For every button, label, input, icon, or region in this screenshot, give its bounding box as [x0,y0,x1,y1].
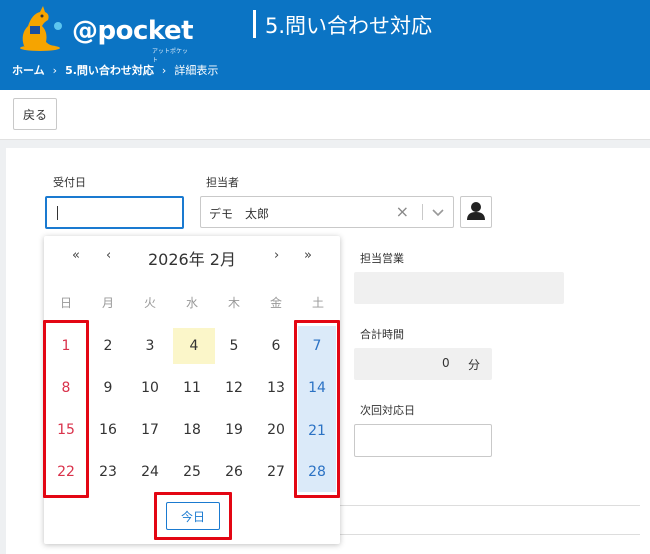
calendar-day[interactable]: 24 [131,456,169,488]
total-time-unit: 分 [468,358,481,372]
calendar-day[interactable]: 26 [215,456,253,488]
total-time-label: 合計時間 [360,328,404,341]
calendar-day[interactable]: 3 [131,330,169,362]
title-divider [253,10,256,38]
select-person-button[interactable] [460,196,492,228]
breadcrumb-home[interactable]: ホーム [12,62,45,78]
total-time-value: 0 [442,356,450,370]
assignee-value: デモ 太郎 [209,207,270,221]
clear-icon[interactable]: × [396,202,409,221]
logo-text: @pocket [72,16,194,46]
next-date-input[interactable] [354,424,492,457]
calendar-day[interactable]: 13 [257,372,295,404]
date-picker-popup: « ‹ 2026年 2月 › » 日 月 火 水 木 金 土 1 2 3 4 5… [43,236,340,544]
calendar-day[interactable]: 11 [173,372,211,404]
back-button[interactable]: 戻る [13,98,57,130]
received-date-label: 受付日 [53,176,86,189]
sales-label: 担当営業 [360,252,404,265]
breadcrumb-current: 詳細表示 [174,64,219,77]
sunday-highlight-box [43,320,89,498]
calendar-day[interactable]: 19 [215,414,253,446]
weekday-sat: 土 [311,296,324,310]
prev-month-button[interactable]: ‹ [106,248,111,263]
calendar-month-title: 2026年 2月 [148,250,236,269]
app-logo[interactable]: @pocket アットポケット [10,4,194,64]
kangaroo-logo-icon [20,6,62,51]
received-date-input[interactable] [45,196,184,229]
calendar-day[interactable]: 16 [89,414,127,446]
today-highlight-box [154,492,232,540]
calendar-day[interactable]: 20 [257,414,295,446]
weekday-thu: 木 [227,296,240,310]
person-icon [467,202,485,220]
saturday-highlight-box [294,320,340,498]
calendar-day[interactable]: 5 [215,330,253,362]
total-time-field: 0 分 [354,348,492,380]
toolbar: 戻る [0,90,650,140]
weekday-tue: 火 [143,296,156,310]
calendar-day[interactable]: 9 [89,372,127,404]
next-date-label: 次回対応日 [360,404,415,417]
page-title: 5.問い合わせ対応 [265,14,433,38]
calendar-day[interactable]: 6 [257,330,295,362]
calendar-day[interactable]: 10 [131,372,169,404]
text-caret [57,206,58,220]
calendar-day-today[interactable]: 4 [173,328,215,364]
prev-year-button[interactable]: « [72,248,80,263]
calendar-day[interactable]: 23 [89,456,127,488]
calendar-day[interactable]: 27 [257,456,295,488]
calendar-day[interactable]: 2 [89,330,127,362]
select-divider [422,204,423,220]
breadcrumb: ホーム › 5.問い合わせ対応 › 詳細表示 [12,62,218,78]
weekday-fri: 金 [269,296,282,310]
calendar-day[interactable]: 17 [131,414,169,446]
breadcrumb-separator: › [161,63,167,77]
next-year-button[interactable]: » [304,248,312,263]
assignee-select[interactable]: デモ 太郎 × [200,196,454,228]
weekday-wed: 水 [185,296,198,310]
assignee-label: 担当者 [206,176,239,189]
sales-field [354,272,564,304]
calendar-day[interactable]: 25 [173,456,211,488]
breadcrumb-parent[interactable]: 5.問い合わせ対応 [65,62,154,78]
chevron-down-icon[interactable] [431,205,445,219]
app-header: @pocket アットポケット 5.問い合わせ対応 ホーム › 5.問い合わせ対… [0,0,650,90]
calendar-day[interactable]: 12 [215,372,253,404]
next-month-button[interactable]: › [274,248,279,263]
weekday-mon: 月 [101,296,114,310]
breadcrumb-separator: › [52,63,58,77]
weekday-sun: 日 [59,296,72,310]
section-divider [340,505,640,535]
calendar-day[interactable]: 18 [173,414,211,446]
